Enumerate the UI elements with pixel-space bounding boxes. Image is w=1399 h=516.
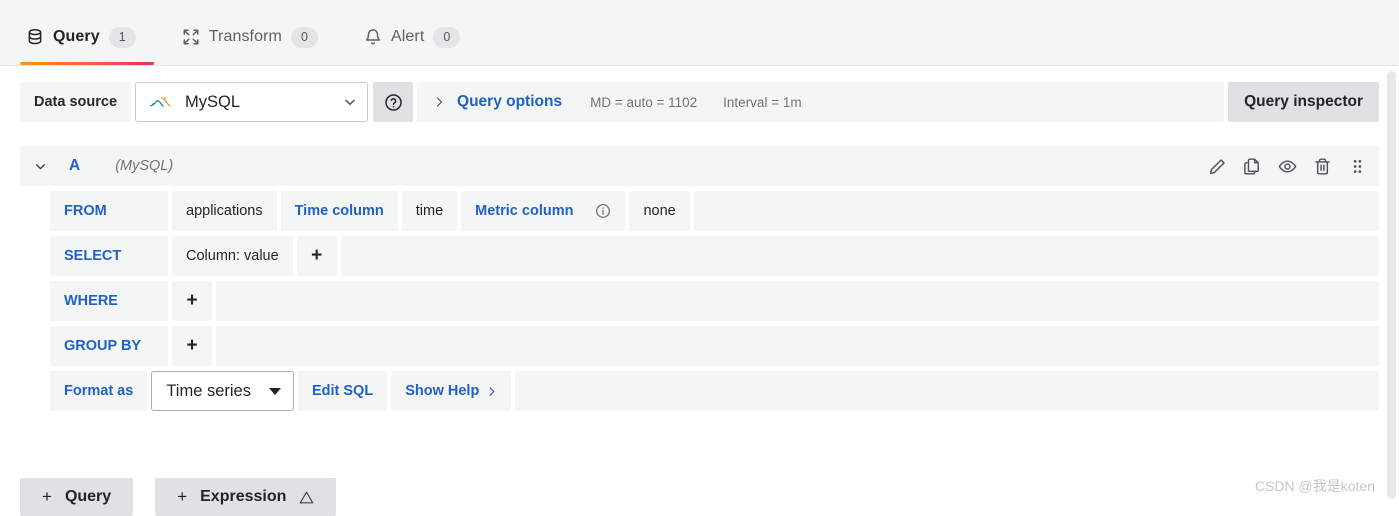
show-help-label: Show Help — [405, 383, 480, 399]
add-expression-label: Expression — [200, 488, 287, 505]
editor-tab-bar: Query 1 Transform 0 Alert 0 — [0, 0, 1399, 66]
tab-transform[interactable]: Transform 0 — [176, 9, 336, 65]
vertical-scrollbar-thumb[interactable] — [1387, 71, 1396, 499]
transform-icon — [183, 29, 199, 45]
database-icon — [28, 28, 42, 45]
where-row: WHERE + — [20, 281, 1379, 321]
datasource-help-button[interactable] — [373, 82, 414, 122]
time-column-value[interactable]: time — [401, 191, 458, 231]
tab-query[interactable]: Query 1 — [20, 9, 154, 65]
warning-triangle-icon — [300, 491, 314, 503]
info-circle-icon — [596, 204, 611, 218]
select-label[interactable]: SELECT — [50, 236, 168, 276]
query-editor-a: A (MySQL) FROM applications Time column … — [20, 146, 1379, 411]
time-column-label[interactable]: Time column — [280, 191, 398, 231]
format-as-select[interactable]: Time series — [151, 371, 294, 411]
plus-icon: + — [42, 487, 52, 506]
where-label[interactable]: WHERE — [50, 281, 168, 321]
chevron-down-icon[interactable] — [34, 160, 47, 173]
query-datasource-note: (MySQL) — [115, 158, 174, 174]
group-by-row: GROUP BY + — [20, 326, 1379, 366]
tab-query-count: 1 — [108, 26, 136, 48]
datasource-picker[interactable]: MySQL — [135, 82, 369, 122]
active-tab-underline — [20, 62, 154, 65]
query-actions-bar: + Query + Expression — [20, 478, 337, 516]
add-where-button[interactable]: + — [172, 281, 212, 321]
chevron-down-icon — [345, 99, 355, 106]
from-row: FROM applications Time column time Metri… — [20, 191, 1379, 231]
mysql-logo-icon — [149, 97, 171, 107]
toggle-visibility-icon[interactable] — [1278, 157, 1297, 176]
watermark: CSDN @我是koten — [1254, 478, 1375, 494]
format-as-value: Time series — [166, 381, 251, 400]
query-options-title[interactable]: Query options — [457, 93, 562, 111]
add-query-button[interactable]: + Query — [20, 478, 134, 516]
chevron-right-icon — [489, 386, 495, 396]
tab-alert[interactable]: Alert 0 — [358, 9, 478, 65]
query-inspector-button[interactable]: Query inspector — [1228, 82, 1379, 122]
max-data-points-text: MD = auto = 1102 — [590, 94, 698, 110]
format-row: Format as Time series Edit SQL Show Help — [20, 371, 1379, 411]
datasource-label: Data source — [20, 82, 132, 122]
delete-query-icon[interactable] — [1313, 157, 1332, 176]
tab-transform-count: 0 — [290, 26, 318, 48]
vertical-scrollbar[interactable] — [1384, 66, 1399, 504]
duplicate-query-icon[interactable] — [1243, 157, 1262, 176]
add-query-label: Query — [64, 488, 112, 505]
question-circle-icon — [384, 93, 402, 111]
select-row-filler — [340, 236, 1379, 276]
format-row-filler — [515, 371, 1379, 411]
tab-transform-label: Transform — [208, 28, 282, 45]
from-label[interactable]: FROM — [50, 191, 168, 231]
add-select-button[interactable]: + — [296, 236, 337, 276]
from-table-value[interactable]: applications — [172, 191, 277, 231]
select-row: SELECT Column: value + — [20, 236, 1379, 276]
tab-alert-label: Alert — [390, 28, 425, 45]
show-help-button[interactable]: Show Help — [391, 371, 512, 411]
tab-alert-count: 0 — [433, 26, 461, 48]
bell-icon — [365, 29, 381, 45]
add-group-by-button[interactable]: + — [172, 326, 212, 366]
metric-column-label[interactable]: Metric column — [461, 191, 626, 231]
caret-down-icon — [268, 387, 281, 395]
drag-handle-icon[interactable] — [1348, 157, 1367, 176]
query-ref-id[interactable]: A — [69, 157, 80, 175]
group-by-row-filler — [216, 326, 1379, 366]
format-as-label[interactable]: Format as — [50, 371, 148, 411]
edit-query-icon[interactable] — [1208, 157, 1227, 176]
metric-column-label-text: Metric column — [475, 203, 574, 219]
where-row-filler — [216, 281, 1379, 321]
plus-icon: + — [177, 487, 188, 506]
interval-text: Interval = 1m — [723, 94, 802, 110]
group-by-label[interactable]: GROUP BY — [50, 326, 168, 366]
query-options-bar[interactable]: Query options MD = auto = 1102 Interval … — [417, 82, 1225, 122]
datasource-row: Data source MySQL Query options MD = aut… — [0, 66, 1399, 122]
tab-query-label: Query — [53, 28, 100, 45]
query-actions — [1208, 157, 1367, 176]
metric-column-value[interactable]: none — [629, 191, 690, 231]
from-row-filler — [693, 191, 1379, 231]
chevron-right-icon — [436, 97, 443, 107]
add-expression-button[interactable]: + Expression — [155, 478, 337, 516]
query-header: A (MySQL) — [20, 146, 1379, 186]
datasource-selected-name: MySQL — [185, 92, 241, 111]
edit-sql-button[interactable]: Edit SQL — [297, 371, 388, 411]
select-column-value[interactable]: Column: value — [172, 236, 293, 276]
